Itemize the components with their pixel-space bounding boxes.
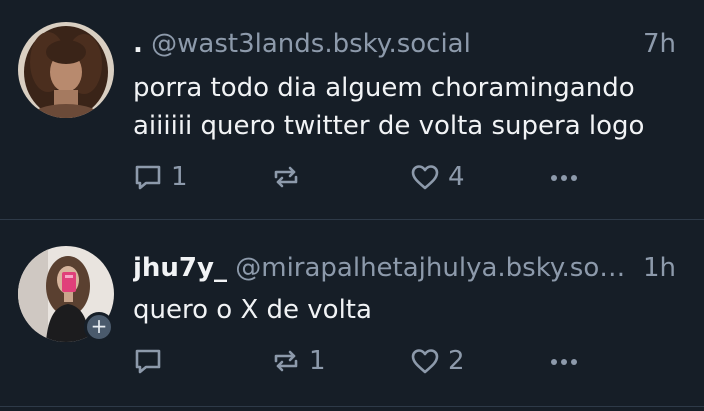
repost-icon bbox=[271, 346, 301, 376]
post[interactable]: . @wast3lands.bsky.social 7h porra todo … bbox=[0, 0, 704, 220]
post-text: quero o X de volta bbox=[133, 295, 372, 325]
post[interactable]: + jhu7y_ @mirapalhetajhulya.bsky.so… 1h … bbox=[0, 220, 704, 407]
like-icon bbox=[410, 346, 440, 376]
like-count: 4 bbox=[448, 162, 465, 192]
post-header: jhu7y_ @mirapalhetajhulya.bsky.so… 1h bbox=[133, 250, 676, 286]
more-options-button[interactable] bbox=[549, 159, 579, 195]
reply-button[interactable]: 1 bbox=[133, 159, 188, 195]
avatar[interactable] bbox=[18, 22, 114, 118]
post-time[interactable]: 7h bbox=[643, 26, 676, 62]
post-feed: . @wast3lands.bsky.social 7h porra todo … bbox=[0, 0, 704, 411]
display-name[interactable]: . bbox=[133, 29, 143, 59]
repost-button[interactable] bbox=[271, 159, 309, 195]
post-header: . @wast3lands.bsky.social 7h bbox=[133, 26, 676, 62]
post-actions: 1 2 bbox=[133, 343, 593, 379]
display-name[interactable]: jhu7y_ bbox=[133, 253, 227, 283]
post-actions: 1 4 bbox=[133, 159, 593, 195]
reply-button[interactable] bbox=[133, 343, 171, 379]
repost-button[interactable]: 1 bbox=[271, 343, 326, 379]
like-button[interactable]: 4 bbox=[410, 159, 465, 195]
more-icon bbox=[549, 162, 579, 192]
reply-icon bbox=[133, 346, 163, 376]
like-icon bbox=[410, 162, 440, 192]
handle[interactable]: @mirapalhetajhulya.bsky.so… bbox=[235, 253, 625, 283]
handle[interactable]: @wast3lands.bsky.social bbox=[151, 29, 471, 59]
post-time[interactable]: 1h bbox=[643, 250, 676, 286]
like-button[interactable]: 2 bbox=[410, 343, 465, 379]
like-count: 2 bbox=[448, 346, 465, 376]
reply-count: 1 bbox=[171, 162, 188, 192]
reply-icon bbox=[133, 162, 163, 192]
repost-icon bbox=[271, 162, 301, 192]
more-icon bbox=[549, 346, 579, 376]
more-options-button[interactable] bbox=[549, 343, 579, 379]
repost-count: 1 bbox=[309, 346, 326, 376]
post-text: porra todo dia alguem choramingando aiii… bbox=[133, 73, 645, 141]
follow-badge[interactable]: + bbox=[84, 312, 114, 342]
